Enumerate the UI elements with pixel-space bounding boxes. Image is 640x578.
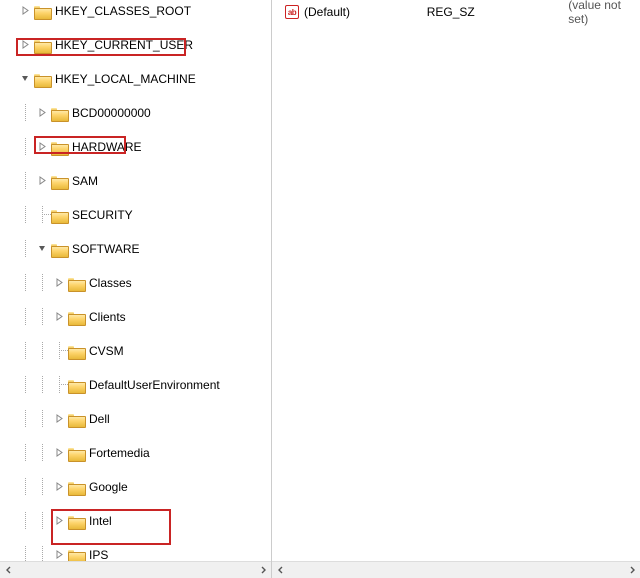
folder-icon	[51, 140, 67, 154]
tree-item-label: DefaultUserEnvironment	[87, 377, 222, 393]
tree-item-dell[interactable]: Dell	[0, 410, 271, 427]
tree-item-hw[interactable]: HARDWARE	[0, 138, 271, 155]
chevron-right-icon[interactable]	[54, 277, 65, 288]
tree-item-hkcr[interactable]: HKEY_CLASSES_ROOT	[0, 2, 271, 19]
folder-icon	[51, 174, 67, 188]
tree-item-label: SECURITY	[70, 207, 135, 223]
folder-icon	[68, 276, 84, 290]
folder-icon	[34, 72, 50, 86]
values-horizontal-scrollbar[interactable]	[272, 561, 640, 578]
value-data: (value not set)	[568, 0, 640, 26]
registry-editor-panes: HKEY_CLASSES_ROOT HKEY_CURRENT_USER HKEY_L…	[0, 0, 640, 578]
tree-item-label: Clients	[87, 309, 128, 325]
tree-item-label: HKEY_CURRENT_USER	[53, 37, 195, 53]
tree-item-label: Classes	[87, 275, 134, 291]
value-name: (Default)	[304, 5, 427, 19]
tree-item-label: HARDWARE	[70, 139, 144, 155]
chevron-right-icon[interactable]	[20, 39, 31, 50]
chevron-right-icon[interactable]	[54, 481, 65, 492]
folder-icon	[68, 412, 84, 426]
tree-pane: HKEY_CLASSES_ROOT HKEY_CURRENT_USER HKEY_L…	[0, 0, 272, 578]
value-row[interactable]: ab (Default) REG_SZ (value not set)	[272, 0, 640, 18]
tree-item-label: HKEY_CLASSES_ROOT	[53, 3, 193, 19]
tree-item-label: BCD00000000	[70, 105, 153, 121]
chevron-right-icon[interactable]	[37, 175, 48, 186]
tree-item-cvsm[interactable]: CVSM	[0, 342, 271, 359]
scroll-track[interactable]	[17, 562, 254, 578]
folder-icon	[68, 344, 84, 358]
values-pane: ab (Default) REG_SZ (value not set)	[272, 0, 640, 578]
tree-item-cls[interactable]: Classes	[0, 274, 271, 291]
tree-item-intl[interactable]: Intel	[0, 512, 271, 529]
scroll-right-icon[interactable]	[623, 562, 640, 578]
scroll-left-icon[interactable]	[272, 562, 289, 578]
folder-icon	[51, 106, 67, 120]
tree-item-label: Fortemedia	[87, 445, 152, 461]
tree-item-label: Google	[87, 479, 130, 495]
folder-icon	[68, 446, 84, 460]
tree-item-label: Dell	[87, 411, 112, 427]
tree-item-fort[interactable]: Fortemedia	[0, 444, 271, 461]
folder-icon	[51, 208, 67, 222]
folder-icon	[68, 548, 84, 562]
folder-icon	[34, 38, 50, 52]
chevron-right-icon[interactable]	[54, 515, 65, 526]
chevron-right-icon[interactable]	[54, 549, 65, 560]
chevron-right-icon[interactable]	[54, 447, 65, 458]
registry-tree[interactable]: HKEY_CLASSES_ROOT HKEY_CURRENT_USER HKEY_L…	[0, 0, 271, 561]
folder-icon	[51, 242, 67, 256]
tree-item-label: CVSM	[87, 343, 126, 359]
tree-item-label: SAM	[70, 173, 100, 189]
tree-item-label: Intel	[87, 513, 114, 529]
tree-item-sw[interactable]: SOFTWARE	[0, 240, 271, 257]
tree-item-label: IPS	[87, 547, 110, 562]
scroll-track[interactable]	[289, 562, 623, 578]
tree-item-label: SOFTWARE	[70, 241, 142, 257]
tree-item-sam[interactable]: SAM	[0, 172, 271, 189]
chevron-right-icon[interactable]	[37, 141, 48, 152]
scroll-right-icon[interactable]	[254, 562, 271, 578]
tree-item-bcd[interactable]: BCD00000000	[0, 104, 271, 121]
tree-item-ips[interactable]: IPS	[0, 546, 271, 561]
string-value-icon: ab	[284, 4, 300, 20]
chevron-down-icon[interactable]	[20, 73, 31, 84]
value-type: REG_SZ	[427, 5, 569, 19]
tree-item-sec[interactable]: SECURITY	[0, 206, 271, 223]
chevron-right-icon[interactable]	[54, 413, 65, 424]
folder-icon	[68, 378, 84, 392]
tree-item-label: HKEY_LOCAL_MACHINE	[53, 71, 198, 87]
chevron-right-icon[interactable]	[20, 5, 31, 16]
tree-horizontal-scrollbar[interactable]	[0, 561, 271, 578]
folder-icon	[34, 4, 50, 18]
scroll-left-icon[interactable]	[0, 562, 17, 578]
folder-icon	[68, 514, 84, 528]
chevron-down-icon[interactable]	[37, 243, 48, 254]
tree-item-hklm[interactable]: HKEY_LOCAL_MACHINE	[0, 70, 271, 87]
folder-icon	[68, 310, 84, 324]
chevron-right-icon[interactable]	[37, 107, 48, 118]
tree-item-due[interactable]: DefaultUserEnvironment	[0, 376, 271, 393]
tree-item-goog[interactable]: Google	[0, 478, 271, 495]
tree-item-cli[interactable]: Clients	[0, 308, 271, 325]
tree-item-hkcu[interactable]: HKEY_CURRENT_USER	[0, 36, 271, 53]
folder-icon	[68, 480, 84, 494]
chevron-right-icon[interactable]	[54, 311, 65, 322]
